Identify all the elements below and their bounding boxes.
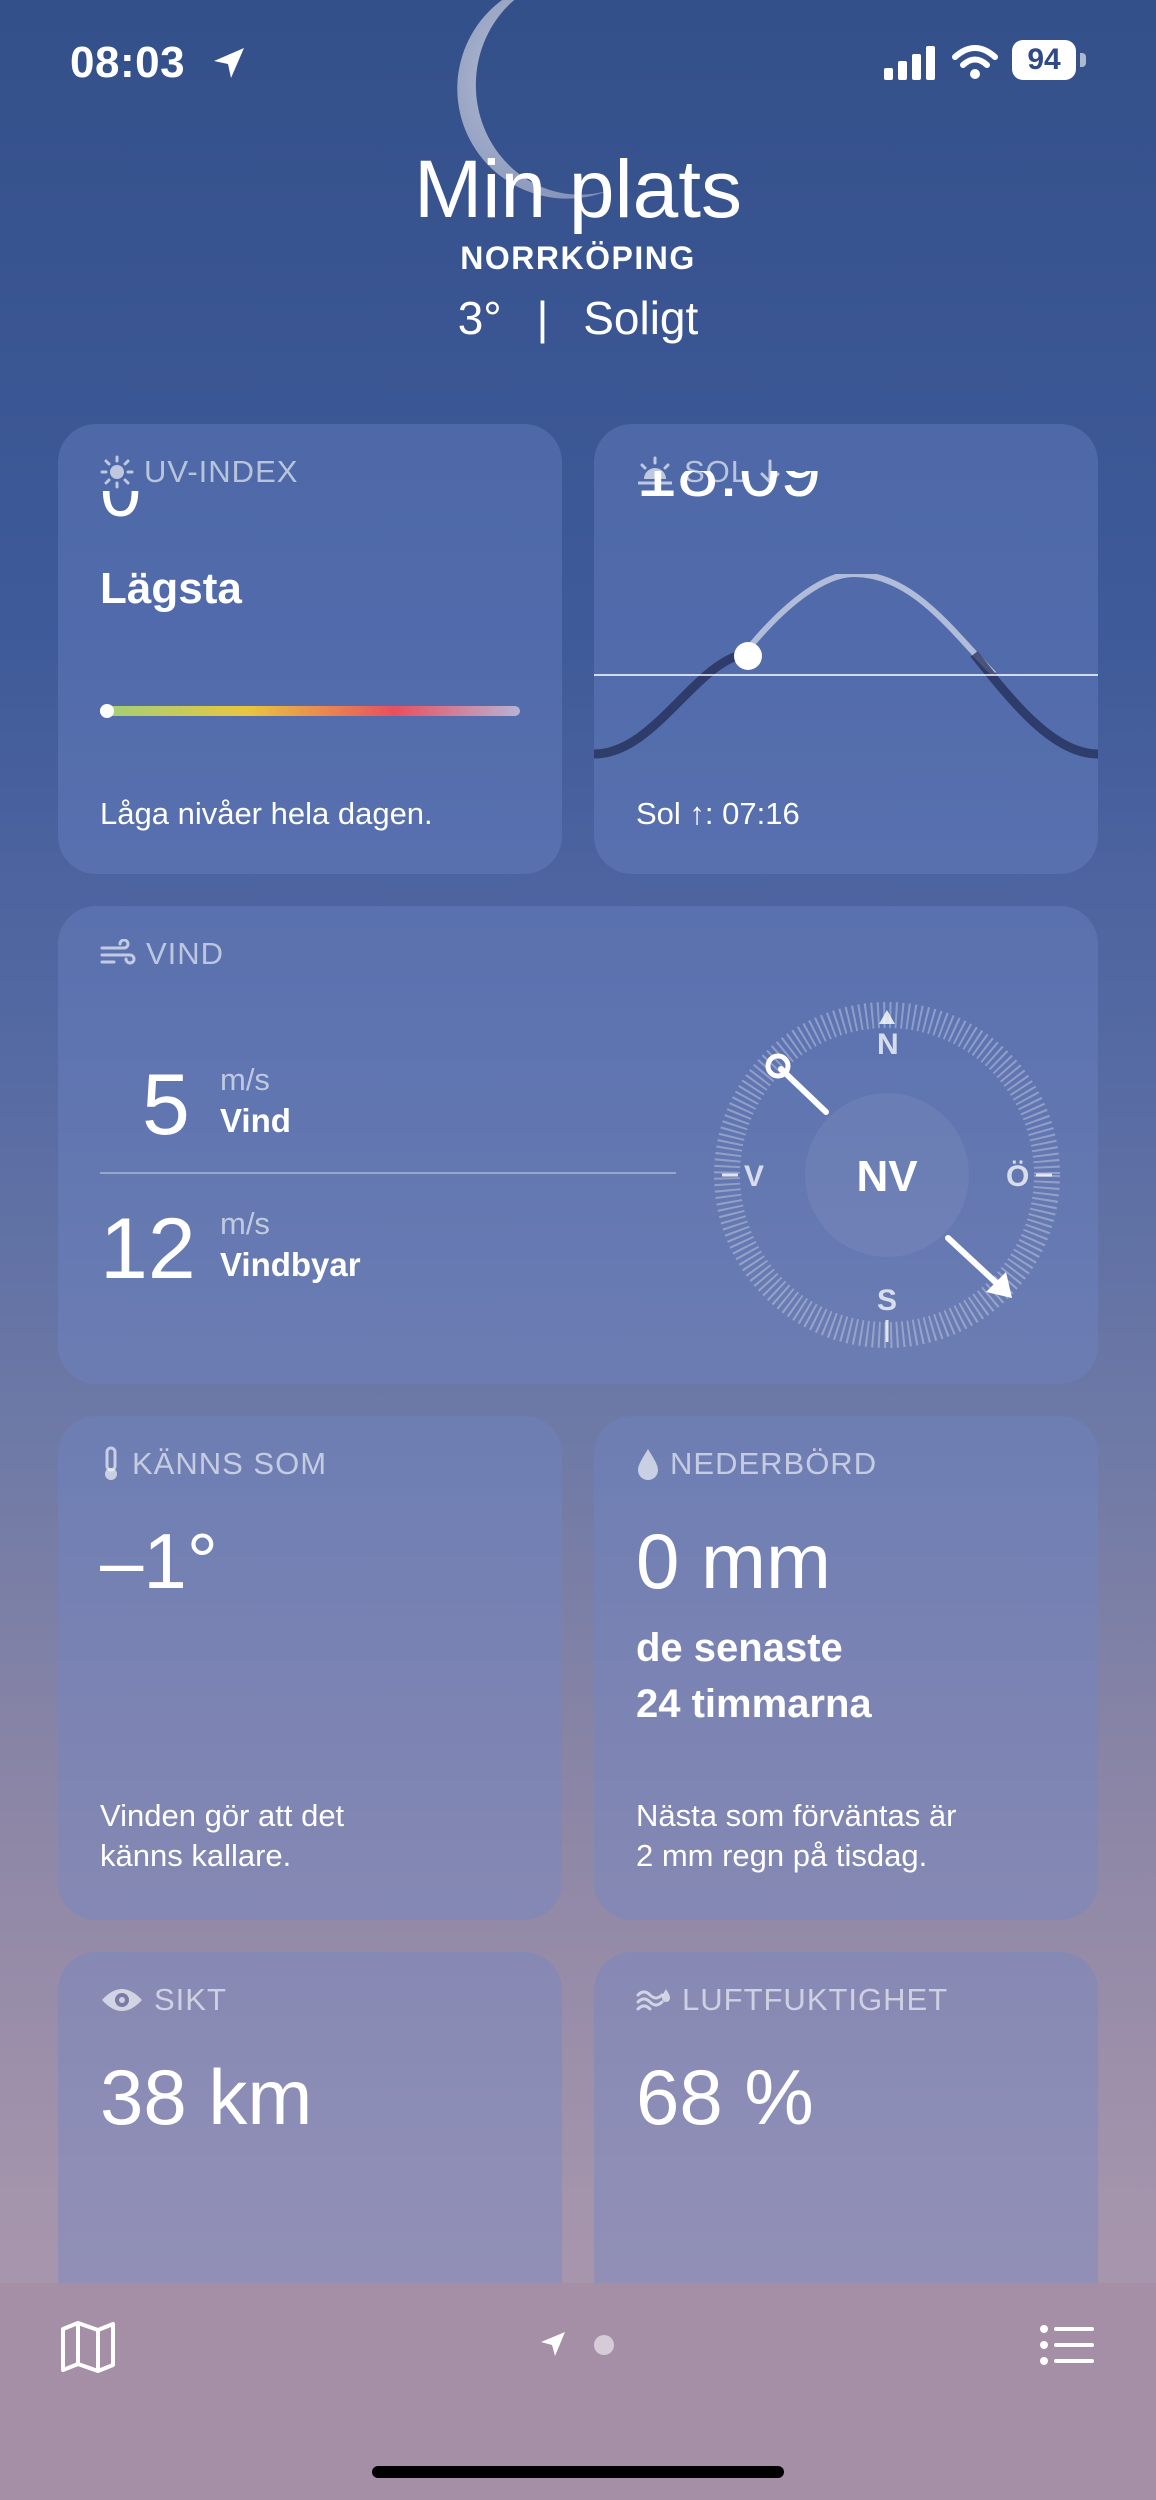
wind-icon — [100, 939, 136, 965]
visibility-title: SIKT — [100, 1982, 227, 2018]
uv-description: Låga nivåer hela dagen. — [100, 796, 433, 831]
uv-card-title: UV-INDEX — [100, 454, 298, 490]
precipitation-desc-line1: Nästa som förväntas är — [636, 1798, 957, 1833]
current-conditions: 3° | Soligt — [0, 291, 1156, 345]
current-temp: 3° — [457, 292, 502, 344]
city-name: NORRKÖPING — [460, 240, 696, 276]
humidity-label: LUFTFUKTIGHET — [682, 1982, 949, 2017]
precipitation-description: Nästa som förväntas är 2 mm regn på tisd… — [636, 1796, 956, 1876]
wifi-icon — [952, 45, 998, 79]
location-header: Min plats NORRKÖPING 3° | Soligt — [0, 140, 1156, 345]
map-icon[interactable] — [60, 2321, 116, 2373]
list-icon[interactable] — [1040, 2323, 1096, 2367]
sun-title-label: SOL — [684, 454, 750, 489]
status-time: 08:03 — [70, 38, 186, 87]
sunrise-time: Sol ↑: 07:16 — [636, 796, 800, 831]
precipitation-period-line1: de senaste — [636, 1626, 843, 1670]
feels-like-label: KÄNNS SOM — [132, 1446, 328, 1481]
uv-gradient-bar — [100, 706, 520, 716]
wind-speed-value: 5 — [142, 1057, 190, 1153]
current-condition: Soligt — [583, 292, 699, 344]
home-indicator — [372, 2466, 784, 2478]
feels-like-desc-line2: känns kallare. — [100, 1838, 292, 1873]
visibility-value: 38 km — [100, 2053, 313, 2141]
battery-indicator: 94 — [1012, 40, 1086, 80]
wind-card[interactable]: VIND 5 m/s Vind 12 m/s Vindbyar N S V Ö … — [58, 906, 1098, 1384]
uv-indicator-dot — [100, 704, 114, 718]
wind-card-title: VIND — [100, 936, 224, 972]
precipitation-period-line2: 24 timmarna — [636, 1682, 872, 1726]
wind-divider — [100, 1172, 676, 1174]
location-title: Min plats — [413, 144, 743, 235]
feels-like-description: Vinden gör att det känns kallare. — [100, 1796, 344, 1876]
uv-level: Lägsta — [100, 564, 242, 613]
sun-card[interactable]: 18:09 SOL Sol ↑: 07:16 — [594, 424, 1098, 874]
wind-direction: NV — [856, 1152, 918, 1201]
precipitation-card[interactable]: NEDERBÖRD 0 mm de senaste 24 timmarna Nä… — [594, 1416, 1098, 1920]
page-indicator-dot[interactable] — [594, 2335, 614, 2355]
precipitation-desc-line2: 2 mm regn på tisdag. — [636, 1838, 928, 1873]
sun-path-graph — [594, 574, 1098, 759]
compass-north: N — [877, 1028, 899, 1061]
arrow-down-icon — [760, 459, 780, 485]
wind-title-label: VIND — [146, 936, 225, 971]
thermometer-icon — [105, 1446, 117, 1480]
feels-like-title: KÄNNS SOM — [100, 1446, 327, 1482]
location-arrow-icon — [214, 48, 244, 78]
wind-speed-unit: m/s — [220, 1062, 270, 1097]
gust-speed-unit: m/s — [220, 1206, 270, 1241]
separator: | — [536, 292, 549, 344]
precipitation-title: NEDERBÖRD — [636, 1446, 877, 1482]
wind-compass: N S V Ö NV — [714, 1002, 1060, 1348]
humidity-icon — [636, 1989, 670, 2011]
signal-icon — [884, 46, 935, 80]
current-location-page-icon[interactable] — [538, 2329, 568, 2359]
compass-south: S — [877, 1284, 898, 1317]
uv-index-card[interactable]: 0 UV-INDEX Lägsta Låga nivåer hela dagen… — [58, 424, 562, 874]
uv-title-label: UV-INDEX — [144, 454, 299, 489]
gust-speed-label: Vindbyar — [220, 1246, 361, 1283]
humidity-title: LUFTFUKTIGHET — [636, 1982, 948, 2018]
feels-like-desc-line1: Vinden gör att det — [100, 1798, 345, 1833]
feels-like-card[interactable]: KÄNNS SOM –1° Vinden gör att det känns k… — [58, 1416, 562, 1920]
visibility-label: SIKT — [154, 1982, 227, 2017]
precipitation-value: 0 mm — [636, 1517, 831, 1605]
wind-speed-label: Vind — [220, 1102, 291, 1139]
sun-card-title: SOL — [636, 454, 781, 490]
humidity-value: 68 % — [636, 2053, 814, 2141]
feels-like-value: –1° — [100, 1517, 218, 1605]
sun-icon — [100, 455, 134, 489]
precipitation-period: de senaste 24 timmarna — [636, 1620, 872, 1732]
sunset-icon — [638, 456, 672, 485]
gust-speed-value: 12 — [100, 1201, 196, 1297]
battery-tip — [1080, 53, 1086, 67]
eye-icon — [102, 1989, 142, 2011]
battery-level: 94 — [1012, 40, 1076, 80]
precipitation-label: NEDERBÖRD — [670, 1446, 878, 1481]
drop-icon — [638, 1449, 658, 1480]
